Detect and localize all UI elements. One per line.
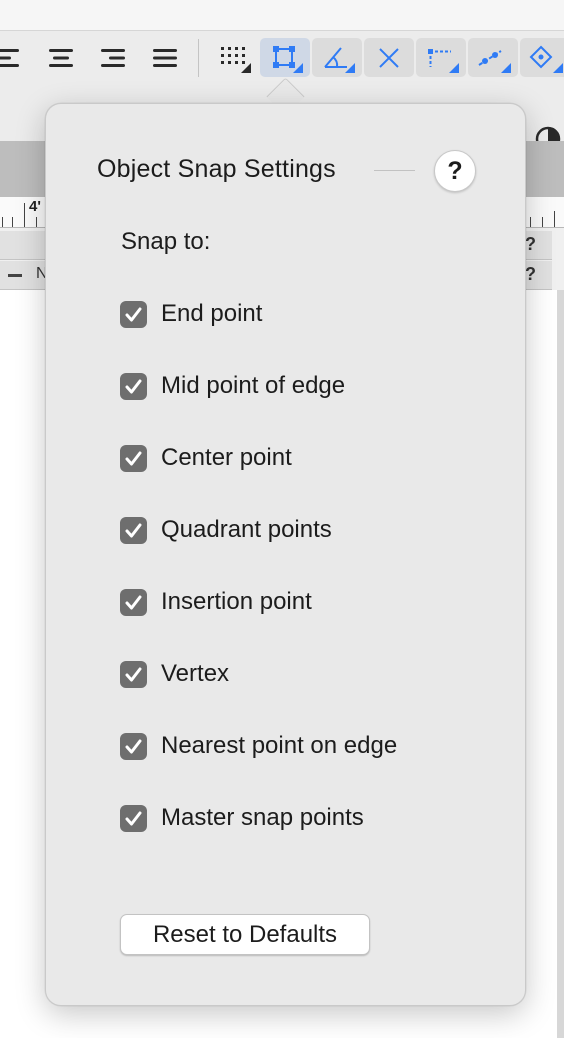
checkbox-nearest-point-on-edge[interactable]: [120, 732, 147, 760]
intersection-snap-button[interactable]: [364, 38, 414, 77]
checkmark-icon: [125, 811, 142, 825]
option-end-point[interactable]: End point: [120, 297, 262, 331]
distance-snap-icon: [428, 48, 459, 73]
smart-point-icon: [478, 49, 511, 73]
align-left-icon[interactable]: [0, 38, 32, 78]
checkmark-icon: [125, 523, 142, 537]
option-master-snap-points[interactable]: Master snap points: [120, 801, 364, 835]
row-help-mark: ?: [525, 264, 536, 284]
checkbox-master-snap-points[interactable]: [120, 804, 147, 832]
row-help-mark: ?: [525, 234, 536, 254]
checkmark-icon: [125, 451, 142, 465]
checkbox-end-point[interactable]: [120, 300, 147, 328]
checkbox-insertion-point[interactable]: [120, 588, 147, 616]
option-label: End point: [161, 300, 263, 327]
constraint-icon: [529, 45, 563, 73]
option-mid-point-of-edge[interactable]: Mid point of edge: [120, 369, 345, 403]
toolbar-separator: [198, 39, 199, 77]
option-insertion-point[interactable]: Insertion point: [120, 585, 312, 619]
option-label: Mid point of edge: [161, 372, 346, 399]
checkbox-mid-point-of-edge[interactable]: [120, 372, 147, 400]
checkbox-quadrant-points[interactable]: [120, 516, 147, 544]
option-label: Master snap points: [161, 804, 364, 831]
popover-title: Object Snap Settings: [97, 155, 336, 183]
option-label: Insertion point: [161, 588, 312, 615]
smart-point-button[interactable]: [468, 38, 518, 77]
option-vertex[interactable]: Vertex: [120, 657, 229, 691]
angle-snap-button[interactable]: [312, 38, 362, 77]
checkmark-icon: [125, 739, 142, 753]
align-center-icon[interactable]: [39, 38, 83, 78]
title-bar: [0, 0, 564, 31]
align-right-icon[interactable]: [91, 38, 135, 78]
option-label: Quadrant points: [161, 516, 332, 543]
checkbox-center-point[interactable]: [120, 444, 147, 472]
app-window: 4' ? N ? Object Snap Settings ? Snap to:…: [0, 0, 564, 1038]
intersection-snap-icon: [379, 47, 399, 68]
option-quadrant-points[interactable]: Quadrant points: [120, 513, 332, 547]
scrollbar[interactable]: [557, 290, 564, 1038]
object-snap-popover: Object Snap Settings ? Snap to: End poin…: [45, 103, 526, 1006]
checkbox-vertex[interactable]: [120, 660, 147, 688]
object-snap-button[interactable]: [260, 38, 310, 77]
option-center-point[interactable]: Center point: [120, 441, 292, 475]
grid-snap-icon[interactable]: [212, 38, 256, 78]
help-button[interactable]: ?: [434, 150, 476, 192]
option-label: Vertex: [161, 660, 230, 687]
option-nearest-point-on-edge[interactable]: Nearest point on edge: [120, 729, 397, 763]
object-snap-icon: [273, 45, 303, 73]
checkmark-icon: [125, 595, 142, 609]
snap-to-label: Snap to:: [121, 228, 211, 255]
constraint-button[interactable]: [520, 38, 564, 77]
angle-snap-icon: [324, 46, 355, 73]
reset-to-defaults-button[interactable]: Reset to Defaults: [120, 914, 370, 955]
divider: [374, 170, 415, 171]
checkmark-icon: [125, 307, 142, 321]
option-label: Center point: [161, 444, 292, 471]
collapse-icon[interactable]: [8, 274, 22, 277]
option-label: Nearest point on edge: [161, 732, 398, 759]
ruler-label: 4': [29, 198, 41, 215]
checkmark-icon: [125, 379, 142, 393]
distance-snap-button[interactable]: [416, 38, 466, 77]
justify-icon[interactable]: [143, 38, 187, 78]
checkmark-icon: [125, 667, 142, 681]
